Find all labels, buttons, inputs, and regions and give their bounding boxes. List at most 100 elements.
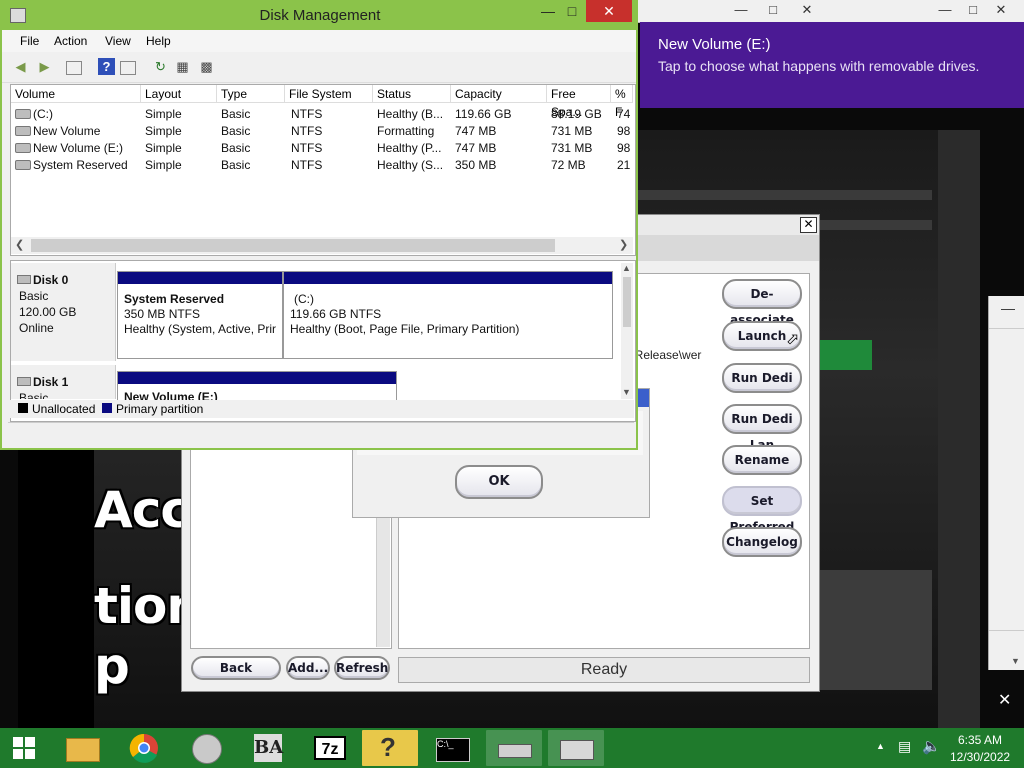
disk-0-label[interactable]: Disk 0 Basic 120.00 GB Online <box>11 263 116 361</box>
partition-status: Healthy (Boot, Page File, Primary Partit… <box>290 322 520 336</box>
folder-icon <box>66 738 100 762</box>
cell-capacity: 747 MB <box>455 124 497 138</box>
cell-volume: (C:) <box>33 107 53 121</box>
partition-system-reserved[interactable]: System Reserved 350 MB NTFS Healthy (Sys… <box>117 271 283 359</box>
minimize-icon[interactable]: — <box>538 0 558 22</box>
partition-c[interactable]: (C:) 119.66 GB NTFS Healthy (Boot, Page … <box>283 271 613 359</box>
help-icon: ? <box>380 732 396 762</box>
deassociate-button[interactable]: De-associate <box>722 279 802 327</box>
menu-file[interactable]: File <box>20 34 39 48</box>
scrollbar-thumb[interactable] <box>623 277 631 327</box>
legend: Unallocated Primary partition <box>10 400 634 418</box>
add-button[interactable]: Add... <box>286 656 330 680</box>
taskbar-chrome[interactable] <box>116 730 172 766</box>
cell-free-space: 731 MB <box>551 141 593 155</box>
disk-management-icon <box>560 740 594 760</box>
scrollbar-thumb[interactable] <box>31 239 555 252</box>
column-capacity[interactable]: Capacity <box>451 85 547 103</box>
game-scene-right <box>938 130 980 728</box>
disk-icon <box>17 275 31 284</box>
volume-icon[interactable]: 🔈 <box>922 737 941 755</box>
refresh-button[interactable]: Refresh <box>334 656 390 680</box>
run-dedi-button[interactable]: Run Dedi <box>722 363 802 393</box>
close-icon[interactable]: ✕ <box>586 0 632 22</box>
taskbar-drive[interactable] <box>486 730 542 766</box>
taskbar-7zip[interactable]: 7z <box>302 730 358 766</box>
rescan-icon[interactable]: ▦ <box>174 58 191 75</box>
table-row[interactable]: (C:) Simple Basic NTFS Healthy (B... 119… <box>11 105 633 122</box>
column-layout[interactable]: Layout <box>141 85 217 103</box>
cell-percent-free: 98 <box>617 141 631 155</box>
taskbar-audio[interactable] <box>178 730 234 766</box>
column-status[interactable]: Status <box>373 85 451 103</box>
vertical-scrollbar[interactable]: ▲ ▼ <box>621 263 633 399</box>
chevron-down-icon[interactable]: ▼ <box>1011 656 1020 666</box>
disk-1-label[interactable]: Disk 1 Basic <box>11 365 116 399</box>
changelog-button[interactable]: Changelog <box>722 527 802 557</box>
minimize-icon[interactable]: — <box>932 2 958 18</box>
minimize-icon[interactable]: — <box>728 2 754 18</box>
close-icon[interactable]: ✕ <box>794 2 820 18</box>
column-free-space[interactable]: Free Spa... <box>547 85 611 119</box>
start-button[interactable] <box>0 730 48 766</box>
menu-action[interactable]: Action <box>54 34 87 48</box>
table-row[interactable]: New Volume (E:) Simple Basic NTFS Health… <box>11 139 633 156</box>
maximize-icon[interactable]: □ <box>960 2 986 18</box>
column-file-system[interactable]: File System <box>285 85 373 103</box>
close-icon[interactable]: ✕ <box>988 2 1014 18</box>
partition-name: (C:) <box>294 292 314 306</box>
clock[interactable]: 6:35 AM 12/30/2022 <box>950 733 1010 764</box>
cell-type: Basic <box>221 158 251 172</box>
refresh-icon[interactable]: ↻ <box>152 58 169 75</box>
chevron-left-icon[interactable]: ❮ <box>15 238 24 251</box>
ba-icon: BA <box>254 734 283 762</box>
taskbar-ba[interactable]: BA <box>240 730 296 766</box>
volume-list: Volume Layout Type File System Status Ca… <box>10 84 636 256</box>
chevron-down-icon[interactable]: ▼ <box>622 387 631 397</box>
table-row[interactable]: New Volume Simple Basic NTFS Formatting … <box>11 122 633 139</box>
cell-type: Basic <box>221 141 251 155</box>
run-dedi-lan-button[interactable]: Run Dedi Lan <box>722 404 802 452</box>
cell-file-system: NTFS <box>291 124 323 138</box>
list-scrollbar[interactable] <box>376 515 390 647</box>
forward-arrow-icon[interactable]: ▶ <box>36 58 53 75</box>
column-type[interactable]: Type <box>217 85 285 103</box>
chevron-right-icon[interactable]: ❯ <box>619 238 628 251</box>
chevron-up-icon[interactable]: ▲ <box>876 741 885 751</box>
table-row[interactable]: System Reserved Simple Basic NTFS Health… <box>11 156 633 173</box>
back-arrow-icon[interactable]: ◀ <box>12 58 29 75</box>
partition-e[interactable]: New Volume (E:) <box>117 371 397 401</box>
taskbar-file-explorer[interactable] <box>54 730 110 766</box>
menu-help[interactable]: Help <box>146 34 171 48</box>
taskbar-disk-management[interactable] <box>548 730 604 766</box>
disk-type: Basic <box>19 391 49 399</box>
disk-state: Online <box>19 321 54 335</box>
menu-view[interactable]: View <box>105 34 131 48</box>
minimize-icon[interactable]: — <box>1001 300 1015 316</box>
ok-button[interactable]: OK <box>455 465 543 499</box>
cell-volume: System Reserved <box>33 158 128 172</box>
close-icon[interactable]: ✕ <box>998 690 1011 710</box>
partition-size: 119.66 GB NTFS <box>290 307 382 321</box>
settings-icon[interactable]: ▩ <box>198 58 215 75</box>
maximize-icon[interactable]: □ <box>760 2 786 18</box>
properties-icon[interactable] <box>120 61 136 75</box>
help-icon[interactable]: ? <box>98 58 115 75</box>
taskbar-cmd[interactable]: C:\_ <box>424 730 480 766</box>
console-tree-icon[interactable] <box>66 61 82 75</box>
back-button[interactable]: Back <box>191 656 281 680</box>
horizontal-scrollbar[interactable]: ❮ ❯ <box>11 237 633 254</box>
taskbar-help[interactable]: ? <box>362 730 418 766</box>
chevron-up-icon[interactable]: ▲ <box>622 263 631 273</box>
toast-title: New Volume (E:) <box>658 36 771 53</box>
column-volume[interactable]: Volume <box>11 85 141 103</box>
close-icon[interactable]: ✕ <box>800 217 817 233</box>
notification-toast[interactable]: New Volume (E:) Tap to choose what happe… <box>640 22 1024 108</box>
right-window-fragment: — ▼ <box>988 296 1024 670</box>
maximize-icon[interactable]: □ <box>562 0 582 22</box>
rename-button[interactable]: Rename <box>722 445 802 475</box>
set-preferred-button[interactable]: Set Preferred <box>722 486 802 534</box>
column-percent-free[interactable]: % F <box>611 85 633 119</box>
network-icon[interactable]: ▤ <box>898 738 911 755</box>
cell-layout: Simple <box>145 141 182 155</box>
